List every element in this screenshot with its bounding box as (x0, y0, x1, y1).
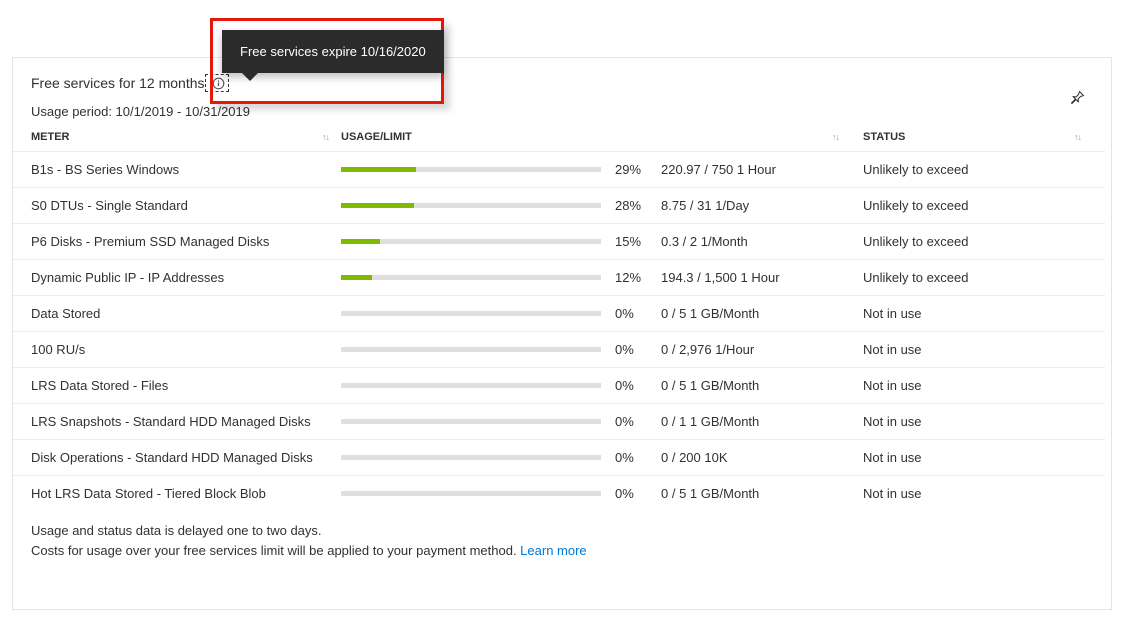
usage-percent: 15% (615, 234, 661, 249)
cell-meter: 100 RU/s (31, 342, 341, 357)
usage-percent: 12% (615, 270, 661, 285)
cell-usage: 0%0 / 2,976 1/Hour (341, 342, 851, 357)
footer-line1: Usage and status data is delayed one to … (31, 521, 1093, 541)
cell-meter: Dynamic Public IP - IP Addresses (31, 270, 341, 285)
free-services-panel: Free services for 12 months Usage period… (12, 57, 1112, 610)
table-row[interactable]: P6 Disks - Premium SSD Managed Disks15%0… (13, 223, 1105, 259)
cell-status: Not in use (851, 486, 1087, 501)
table-row[interactable]: LRS Data Stored - Files0%0 / 5 1 GB/Mont… (13, 367, 1105, 403)
cell-meter: LRS Data Stored - Files (31, 378, 341, 393)
table-row[interactable]: Disk Operations - Standard HDD Managed D… (13, 439, 1105, 475)
cell-status: Not in use (851, 414, 1087, 429)
usage-bar-fill (341, 239, 380, 244)
cell-status: Unlikely to exceed (851, 162, 1087, 177)
table-row[interactable]: S0 DTUs - Single Standard28%8.75 / 31 1/… (13, 187, 1105, 223)
usage-percent: 28% (615, 198, 661, 213)
cell-usage: 29%220.97 / 750 1 Hour (341, 162, 851, 177)
cell-status: Unlikely to exceed (851, 270, 1087, 285)
usage-percent: 0% (615, 342, 661, 357)
table-row[interactable]: Hot LRS Data Stored - Tiered Block Blob0… (13, 475, 1105, 511)
cell-meter: B1s - BS Series Windows (31, 162, 341, 177)
cell-meter: Disk Operations - Standard HDD Managed D… (31, 450, 341, 465)
cell-meter: Data Stored (31, 306, 341, 321)
sort-icon: ↑↓ (322, 132, 329, 142)
table-row[interactable]: Dynamic Public IP - IP Addresses12%194.3… (13, 259, 1105, 295)
cell-status: Not in use (851, 378, 1087, 393)
table-body[interactable]: B1s - BS Series Windows29%220.97 / 750 1… (13, 151, 1111, 511)
cell-status: Not in use (851, 450, 1087, 465)
cell-status: Unlikely to exceed (851, 198, 1087, 213)
column-header-meter[interactable]: METER ↑↓ (31, 131, 341, 143)
usage-bar-track (341, 347, 601, 352)
usage-limit: 8.75 / 31 1/Day (661, 198, 851, 213)
cell-meter: P6 Disks - Premium SSD Managed Disks (31, 234, 341, 249)
usage-period: Usage period: 10/1/2019 - 10/31/2019 (13, 92, 1111, 131)
pin-icon[interactable] (1069, 90, 1087, 108)
cell-usage: 0%0 / 1 1 GB/Month (341, 414, 851, 429)
cell-usage: 0%0 / 200 10K (341, 450, 851, 465)
learn-more-link[interactable]: Learn more (520, 543, 586, 558)
column-header-status[interactable]: STATUS ↑↓ (851, 131, 1093, 143)
usage-bar-fill (341, 275, 372, 280)
usage-limit: 0 / 5 1 GB/Month (661, 306, 851, 321)
usage-limit: 0 / 2,976 1/Hour (661, 342, 851, 357)
usage-percent: 0% (615, 450, 661, 465)
usage-bar-fill (341, 167, 416, 172)
table-header: METER ↑↓ USAGE/LIMIT ↑↓ STATUS ↑↓ (13, 131, 1111, 151)
usage-bar-track (341, 383, 601, 388)
panel-title: Free services for 12 months (31, 75, 205, 91)
usage-bar-track (341, 455, 601, 460)
usage-bar-track (341, 167, 601, 172)
usage-percent: 0% (615, 414, 661, 429)
sort-icon: ↑↓ (1074, 132, 1081, 142)
cell-meter: LRS Snapshots - Standard HDD Managed Dis… (31, 414, 341, 429)
usage-limit: 0 / 200 10K (661, 450, 851, 465)
cell-status: Not in use (851, 306, 1087, 321)
table-row[interactable]: Data Stored0%0 / 5 1 GB/MonthNot in use (13, 295, 1105, 331)
info-icon[interactable] (212, 76, 226, 90)
table-row[interactable]: LRS Snapshots - Standard HDD Managed Dis… (13, 403, 1105, 439)
cell-usage: 12%194.3 / 1,500 1 Hour (341, 270, 851, 285)
sort-icon: ↑↓ (832, 132, 839, 142)
info-icon-focus (205, 74, 229, 92)
cell-usage: 15%0.3 / 2 1/Month (341, 234, 851, 249)
usage-bar-track (341, 275, 601, 280)
cell-meter: Hot LRS Data Stored - Tiered Block Blob (31, 486, 341, 501)
usage-percent: 0% (615, 306, 661, 321)
usage-limit: 0.3 / 2 1/Month (661, 234, 851, 249)
usage-bar-track (341, 203, 601, 208)
usage-bar-track (341, 419, 601, 424)
cell-usage: 28%8.75 / 31 1/Day (341, 198, 851, 213)
usage-limit: 0 / 5 1 GB/Month (661, 486, 851, 501)
column-header-usage-label: USAGE/LIMIT (341, 131, 412, 143)
usage-percent: 0% (615, 486, 661, 501)
column-header-status-label: STATUS (863, 131, 905, 143)
cell-usage: 0%0 / 5 1 GB/Month (341, 486, 851, 501)
cell-status: Not in use (851, 342, 1087, 357)
column-header-meter-label: METER (31, 131, 70, 143)
table-row[interactable]: B1s - BS Series Windows29%220.97 / 750 1… (13, 151, 1105, 187)
usage-bar-track (341, 239, 601, 244)
usage-limit: 194.3 / 1,500 1 Hour (661, 270, 851, 285)
usage-bar-track (341, 311, 601, 316)
table-row[interactable]: 100 RU/s0%0 / 2,976 1/HourNot in use (13, 331, 1105, 367)
panel-footer: Usage and status data is delayed one to … (13, 511, 1111, 570)
usage-limit: 220.97 / 750 1 Hour (661, 162, 851, 177)
info-tooltip: Free services expire 10/16/2020 (222, 30, 444, 73)
tooltip-text: Free services expire 10/16/2020 (240, 44, 426, 59)
usage-percent: 0% (615, 378, 661, 393)
usage-limit: 0 / 5 1 GB/Month (661, 378, 851, 393)
usage-bar-fill (341, 203, 414, 208)
cell-usage: 0%0 / 5 1 GB/Month (341, 378, 851, 393)
cell-meter: S0 DTUs - Single Standard (31, 198, 341, 213)
cell-status: Unlikely to exceed (851, 234, 1087, 249)
footer-line2: Costs for usage over your free services … (31, 543, 520, 558)
usage-bar-track (341, 491, 601, 496)
usage-percent: 29% (615, 162, 661, 177)
column-header-usage[interactable]: USAGE/LIMIT ↑↓ (341, 131, 851, 143)
cell-usage: 0%0 / 5 1 GB/Month (341, 306, 851, 321)
usage-limit: 0 / 1 1 GB/Month (661, 414, 851, 429)
